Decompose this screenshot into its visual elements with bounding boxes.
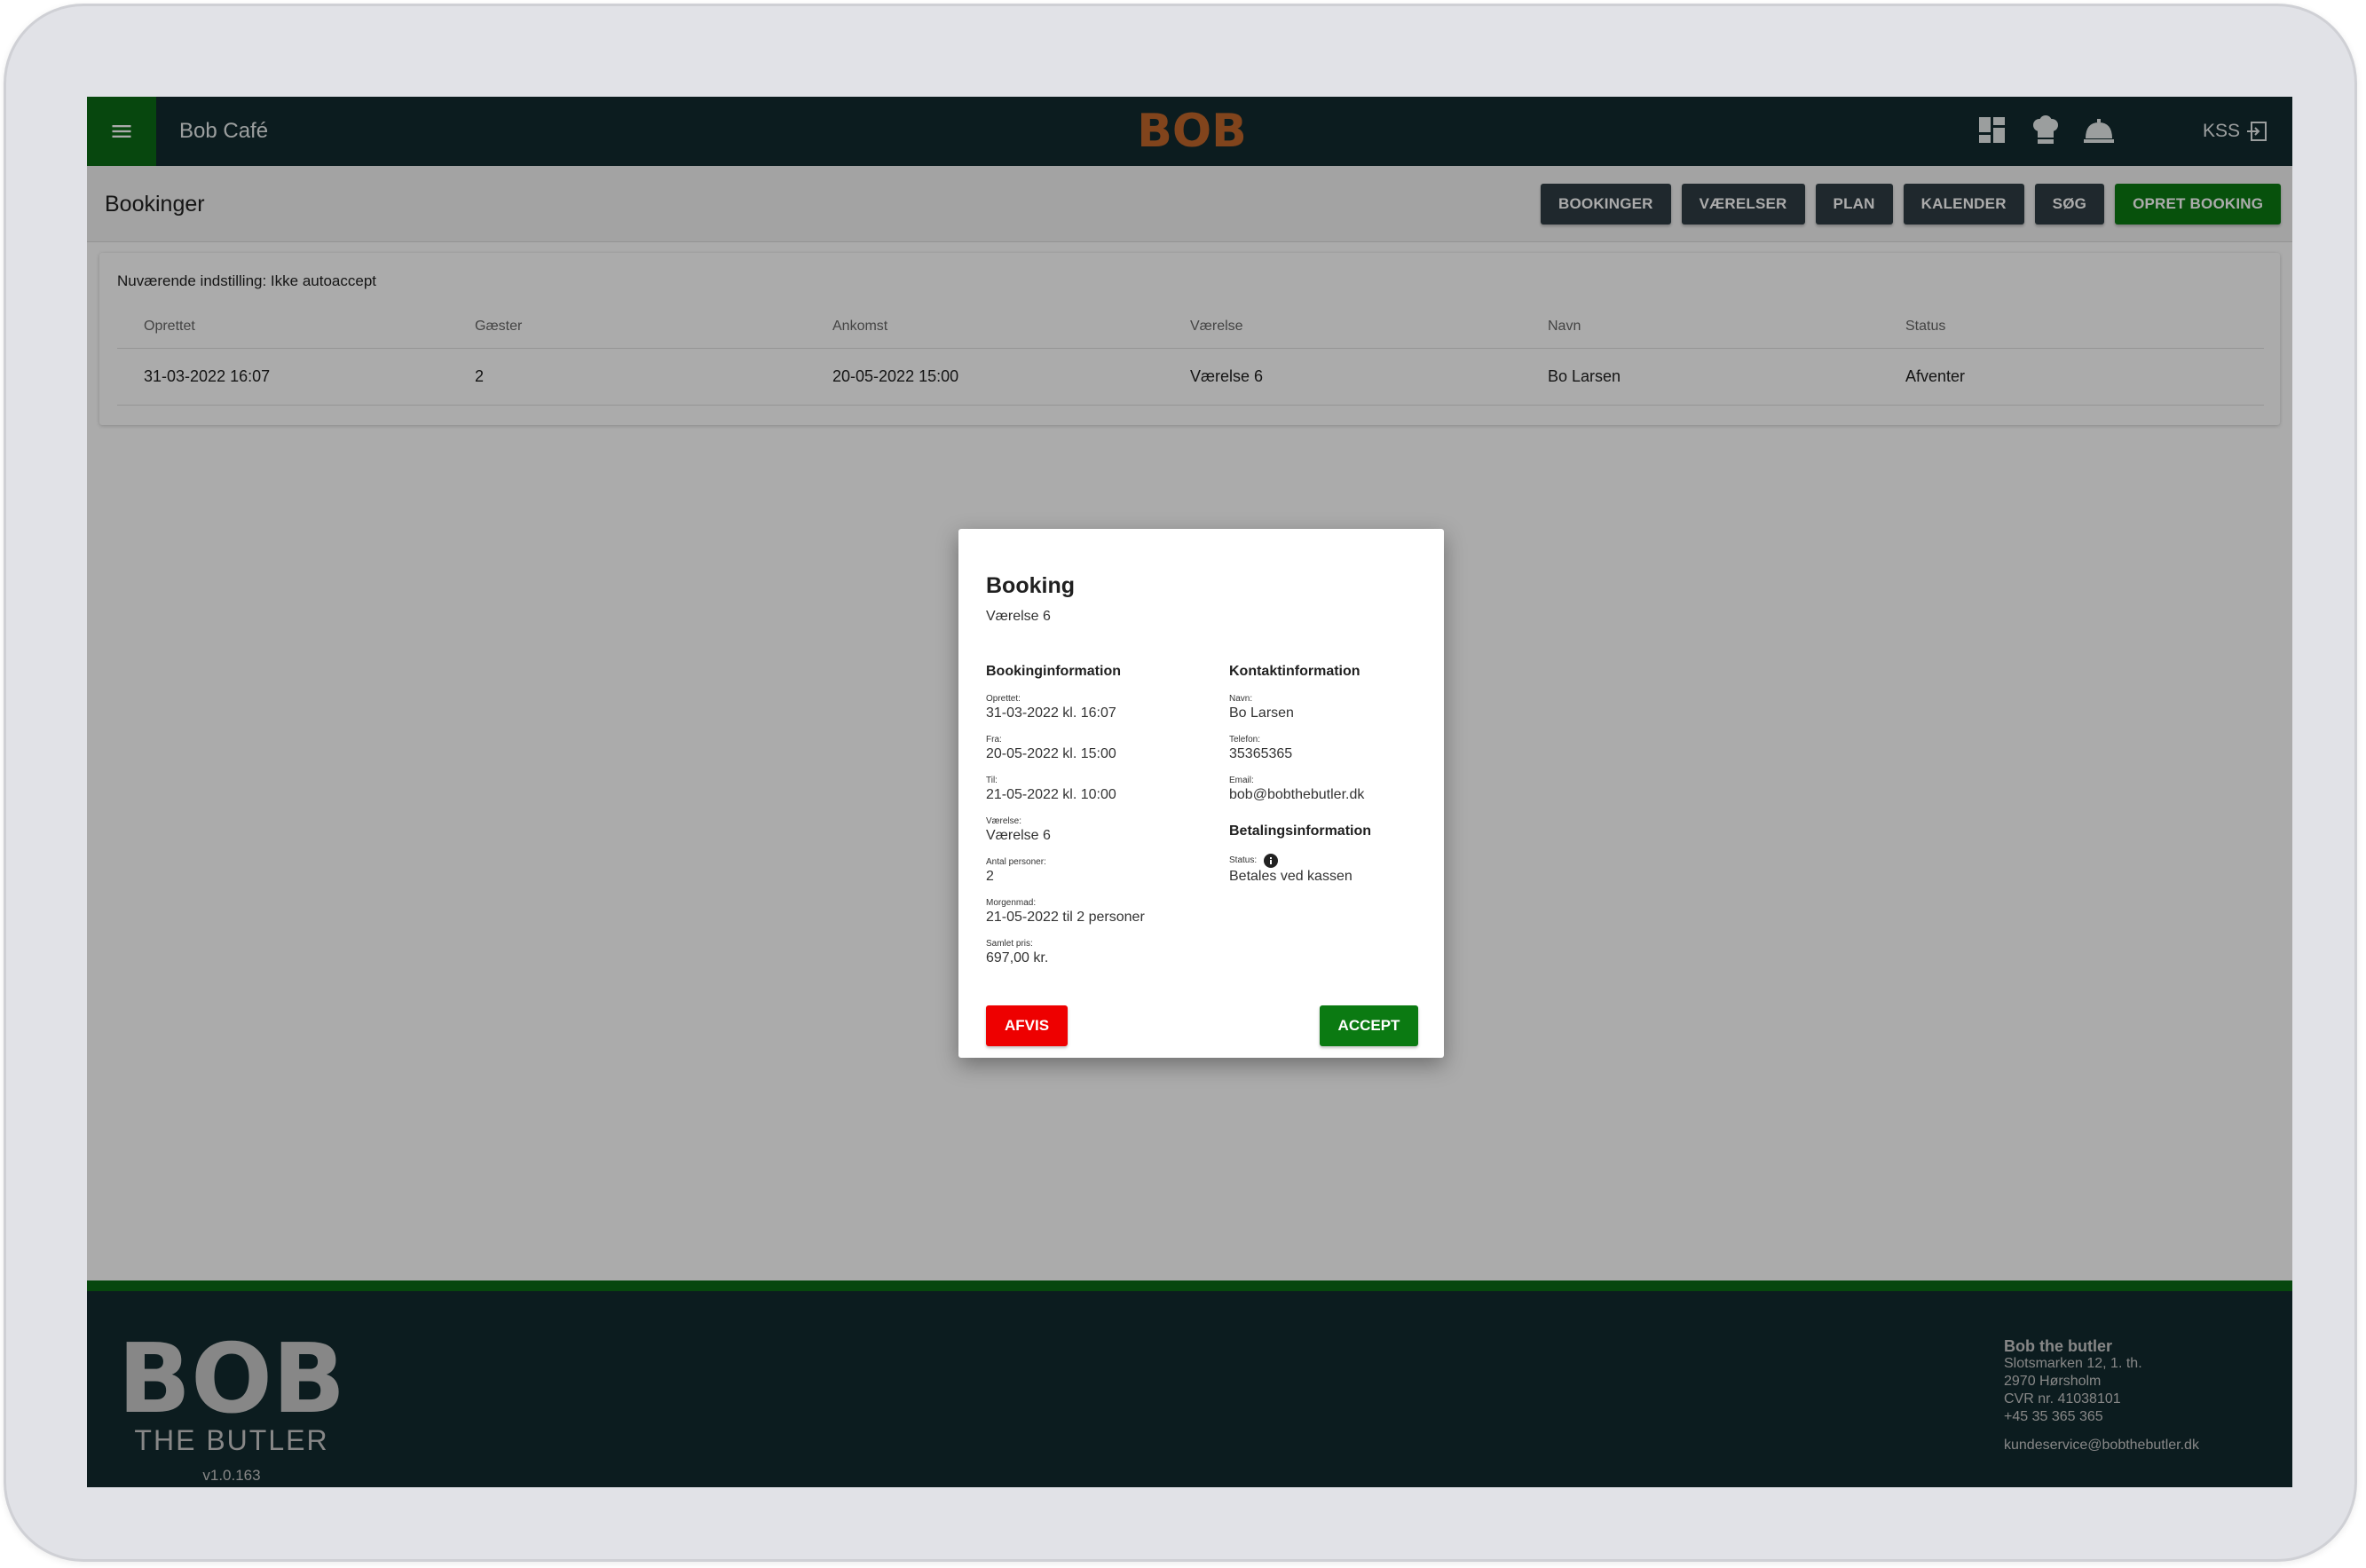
info-icon[interactable]: [1264, 854, 1279, 868]
field-value: 35365365: [1229, 746, 1293, 761]
field-telefon: Telefon: 35365365: [1229, 735, 1433, 763]
field-label: Email:: [1229, 776, 1254, 785]
field-label: Samlet pris:: [986, 939, 1033, 949]
field-label: Oprettet:: [986, 694, 1021, 704]
field-label: Antal personer:: [986, 857, 1046, 867]
field-label: Værelse:: [986, 816, 1022, 826]
field-oprettet: Oprettet: 31-03-2022 kl. 16:07: [986, 694, 1208, 722]
field-fra: Fra: 20-05-2022 kl. 15:00: [986, 735, 1208, 763]
field-value: Værelse 6: [986, 828, 1051, 843]
app-screen: Bob Café BOB KSS Bookinger BOOKINGER VÆR…: [87, 97, 2292, 1487]
field-value: Bo Larsen: [1229, 705, 1294, 721]
field-label: Navn:: [1229, 694, 1253, 704]
reject-button[interactable]: AFVIS: [986, 1005, 1068, 1046]
field-value: 20-05-2022 kl. 15:00: [986, 746, 1116, 761]
field-value: 21-05-2022 til 2 personer: [986, 910, 1145, 925]
field-value: 697,00 kr.: [986, 950, 1049, 965]
contact-info-title: Kontaktinformation: [1229, 664, 1360, 679]
field-payment-status: Status: Betales ved kassen: [1229, 854, 1433, 886]
field-navn: Navn: Bo Larsen: [1229, 694, 1433, 722]
payment-status-label-row: Status:: [1229, 854, 1433, 868]
field-morgenmad: Morgenmad: 21-05-2022 til 2 personer: [986, 898, 1208, 926]
field-value: 2: [986, 869, 994, 884]
booking-info-title: Bookinginformation: [986, 664, 1121, 679]
field-label: Status:: [1229, 855, 1258, 865]
field-value: bob@bobthebutler.dk: [1229, 787, 1365, 802]
field-antal-personer: Antal personer: 2: [986, 857, 1208, 886]
field-value: 21-05-2022 kl. 10:00: [986, 787, 1116, 802]
dialog-subtitle: Værelse 6: [986, 609, 1051, 624]
device-frame: Bob Café BOB KSS Bookinger BOOKINGER VÆR…: [4, 4, 2357, 1562]
field-label: Telefon:: [1229, 735, 1261, 745]
field-label: Fra:: [986, 735, 1002, 745]
contact-info-column: Kontaktinformation Navn: Bo Larsen Telef…: [1229, 664, 1433, 898]
accept-button[interactable]: ACCEPT: [1320, 1005, 1418, 1046]
booking-info-column: Bookinginformation Oprettet: 31-03-2022 …: [986, 664, 1208, 980]
field-til: Til: 21-05-2022 kl. 10:00: [986, 776, 1208, 804]
field-value: Betales ved kassen: [1229, 869, 1353, 884]
field-samlet-pris: Samlet pris: 697,00 kr.: [986, 939, 1208, 967]
payment-info-title: Betalingsinformation: [1229, 823, 1372, 839]
field-value: 31-03-2022 kl. 16:07: [986, 705, 1116, 721]
dialog-title: Booking: [986, 573, 1075, 598]
field-label: Til:: [986, 776, 998, 785]
field-label: Morgenmad:: [986, 898, 1037, 908]
field-email: Email: bob@bobthebutler.dk: [1229, 776, 1433, 804]
booking-dialog: Booking Værelse 6 Bookinginformation Opr…: [958, 529, 1444, 1058]
field-vaerelse: Værelse: Værelse 6: [986, 816, 1208, 845]
